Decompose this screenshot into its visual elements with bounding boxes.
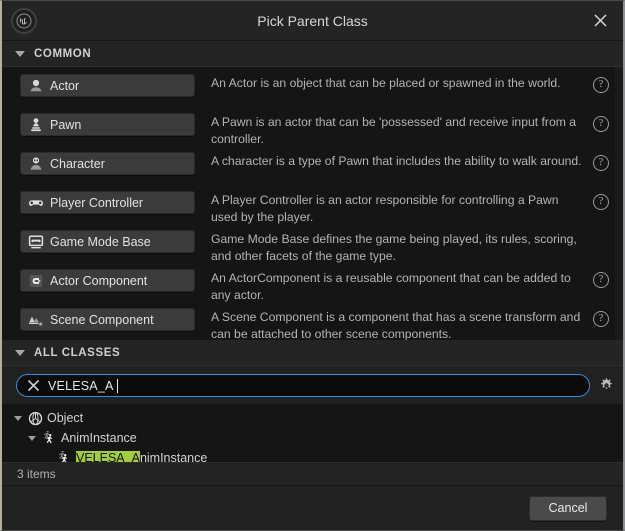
tree-item-label: AnimInstance (61, 431, 137, 445)
help-icon[interactable]: ? (593, 272, 609, 288)
common-section-title: COMMON (34, 47, 92, 60)
class-button-label: Actor (50, 78, 80, 93)
class-button-label: Actor Component (50, 273, 148, 288)
help-icon[interactable]: ? (593, 77, 609, 93)
class-description: Game Mode Base defines the game being pl… (211, 232, 577, 263)
text-caret (116, 378, 118, 393)
close-icon[interactable] (587, 8, 613, 34)
search-input[interactable]: VELESA_A (16, 374, 590, 397)
game-mode-icon (28, 234, 44, 248)
class-description: A Player Controller is an actor responsi… (211, 193, 559, 224)
help-icon[interactable]: ? (593, 311, 609, 327)
object-icon (28, 411, 43, 426)
class-description: An Actor is an object that can be placed… (211, 76, 561, 90)
character-icon (30, 157, 42, 170)
class-row: Scene Component A Scene Component is a c… (2, 307, 615, 340)
class-description: A Pawn is an actor that can be 'possesse… (211, 115, 577, 146)
title-bar: Pick Parent Class (2, 1, 623, 41)
common-classes-panel: Actor An Actor is an object that can be … (2, 66, 623, 340)
chevron-down-icon (15, 50, 25, 57)
all-classes-section-title: ALL CLASSES (34, 346, 121, 359)
class-button-label: Pawn (50, 117, 82, 132)
pick-parent-class-dialog: Pick Parent Class COMMON Actor An Actor … (0, 0, 625, 531)
class-description: A Scene Component is a component that ha… (211, 310, 581, 340)
anim-instance-icon (57, 449, 72, 462)
class-button-actor[interactable]: Actor (20, 74, 195, 97)
common-classes-list: Actor An Actor is an object that can be … (2, 67, 615, 340)
class-row: Character A character is a type of Pawn … (2, 151, 615, 187)
class-button-label: Scene Component (50, 312, 154, 327)
help-icon[interactable]: ? (593, 194, 609, 210)
scene-component-icon (29, 316, 43, 326)
tree-item-object[interactable]: Object (2, 408, 623, 428)
page-title: Pick Parent Class (257, 12, 368, 29)
all-classes-section-header[interactable]: ALL CLASSES (2, 340, 623, 365)
gamepad-icon (29, 199, 43, 206)
class-button-character[interactable]: Character (20, 152, 195, 175)
item-count-label: 3 items (17, 467, 56, 481)
search-input-value: VELESA_A (48, 378, 114, 393)
search-row: VELESA_A (2, 366, 623, 404)
actor-icon (30, 79, 42, 91)
search-match-highlight: VELESA_A (76, 451, 140, 462)
actor-component-icon (29, 274, 43, 287)
tree-item-animinstance[interactable]: AnimInstance (2, 428, 623, 448)
class-button-pawn[interactable]: Pawn (20, 113, 195, 136)
class-row: Pawn A Pawn is an actor that can be 'pos… (2, 112, 615, 148)
cancel-button[interactable]: Cancel (529, 495, 607, 521)
status-bar: 3 items (2, 462, 623, 485)
class-row: Actor An Actor is an object that can be … (2, 73, 615, 109)
clear-x-icon[interactable] (27, 379, 40, 392)
class-button-label: Character (50, 156, 105, 171)
class-button-label: Game Mode Base (50, 234, 151, 249)
chevron-down-icon[interactable] (14, 415, 22, 421)
class-row: Actor Component An ActorComponent is a r… (2, 268, 615, 304)
help-icon[interactable]: ? (593, 155, 609, 171)
class-button-game-mode-base[interactable]: Game Mode Base (20, 230, 195, 253)
help-icon[interactable]: ? (593, 116, 609, 132)
class-description: A character is a type of Pawn that inclu… (211, 154, 582, 168)
common-section-header[interactable]: COMMON (2, 41, 623, 66)
class-tree: Object AnimInstance VELESA_AnimInstance (2, 404, 623, 462)
tree-item-label-wrapper: VELESA_AnimInstance (76, 451, 207, 462)
chevron-down-icon[interactable] (28, 435, 36, 441)
tree-item-velesa-animinstance[interactable]: VELESA_AnimInstance (2, 448, 623, 462)
dialog-footer: Cancel (2, 485, 623, 530)
anim-instance-icon (42, 429, 57, 446)
common-panel-scrollbar[interactable] (615, 67, 623, 340)
class-button-scene-component[interactable]: Scene Component (20, 308, 195, 331)
class-description: An ActorComponent is a reusable componen… (211, 271, 571, 302)
chevron-down-icon (15, 349, 25, 356)
class-row: Player Controller A Player Controller is… (2, 190, 615, 226)
gear-icon[interactable] (598, 377, 615, 394)
tree-item-label: Object (47, 411, 84, 425)
pawn-icon (31, 117, 41, 131)
class-button-actor-component[interactable]: Actor Component (20, 269, 195, 292)
class-row: Game Mode Base Game Mode Base defines th… (2, 229, 615, 265)
unreal-engine-logo-icon (11, 7, 37, 34)
class-button-player-controller[interactable]: Player Controller (20, 191, 195, 214)
class-button-label: Player Controller (50, 195, 144, 210)
all-classes-panel: VELESA_A Object AnimInstance VELESA_Anim… (2, 365, 623, 485)
tree-item-label-rest: nimInstance (139, 451, 208, 462)
